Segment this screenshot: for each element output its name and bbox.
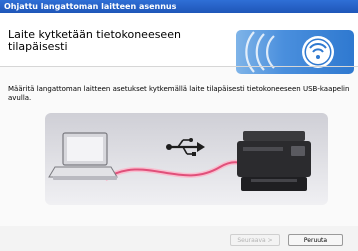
wireless-banner xyxy=(236,30,354,74)
header-divider xyxy=(0,66,358,67)
usb-connection-graphic xyxy=(48,131,311,191)
page-title-line2: tilapäisesti xyxy=(8,40,68,53)
installer-window: Ohjattu langattoman laitteen asennus Lai… xyxy=(0,0,358,251)
printer-icon xyxy=(237,131,311,191)
wireless-signal-icon xyxy=(245,31,334,73)
header: Laite kytketään tietokoneeseen tilapäise… xyxy=(0,13,358,74)
instruction-text: Määritä langattoman laitteen asetukset k… xyxy=(8,85,350,102)
page-title: Laite kytketään tietokoneeseen tilapäise… xyxy=(8,29,218,53)
cancel-button[interactable]: Peruuta xyxy=(288,234,343,246)
connection-illustration xyxy=(45,113,328,205)
window-title: Ohjattu langattoman laitteen asennus xyxy=(0,0,358,13)
laptop-icon xyxy=(48,132,118,180)
usb-icon xyxy=(166,138,205,156)
next-button[interactable]: Seuraava > xyxy=(230,234,280,246)
